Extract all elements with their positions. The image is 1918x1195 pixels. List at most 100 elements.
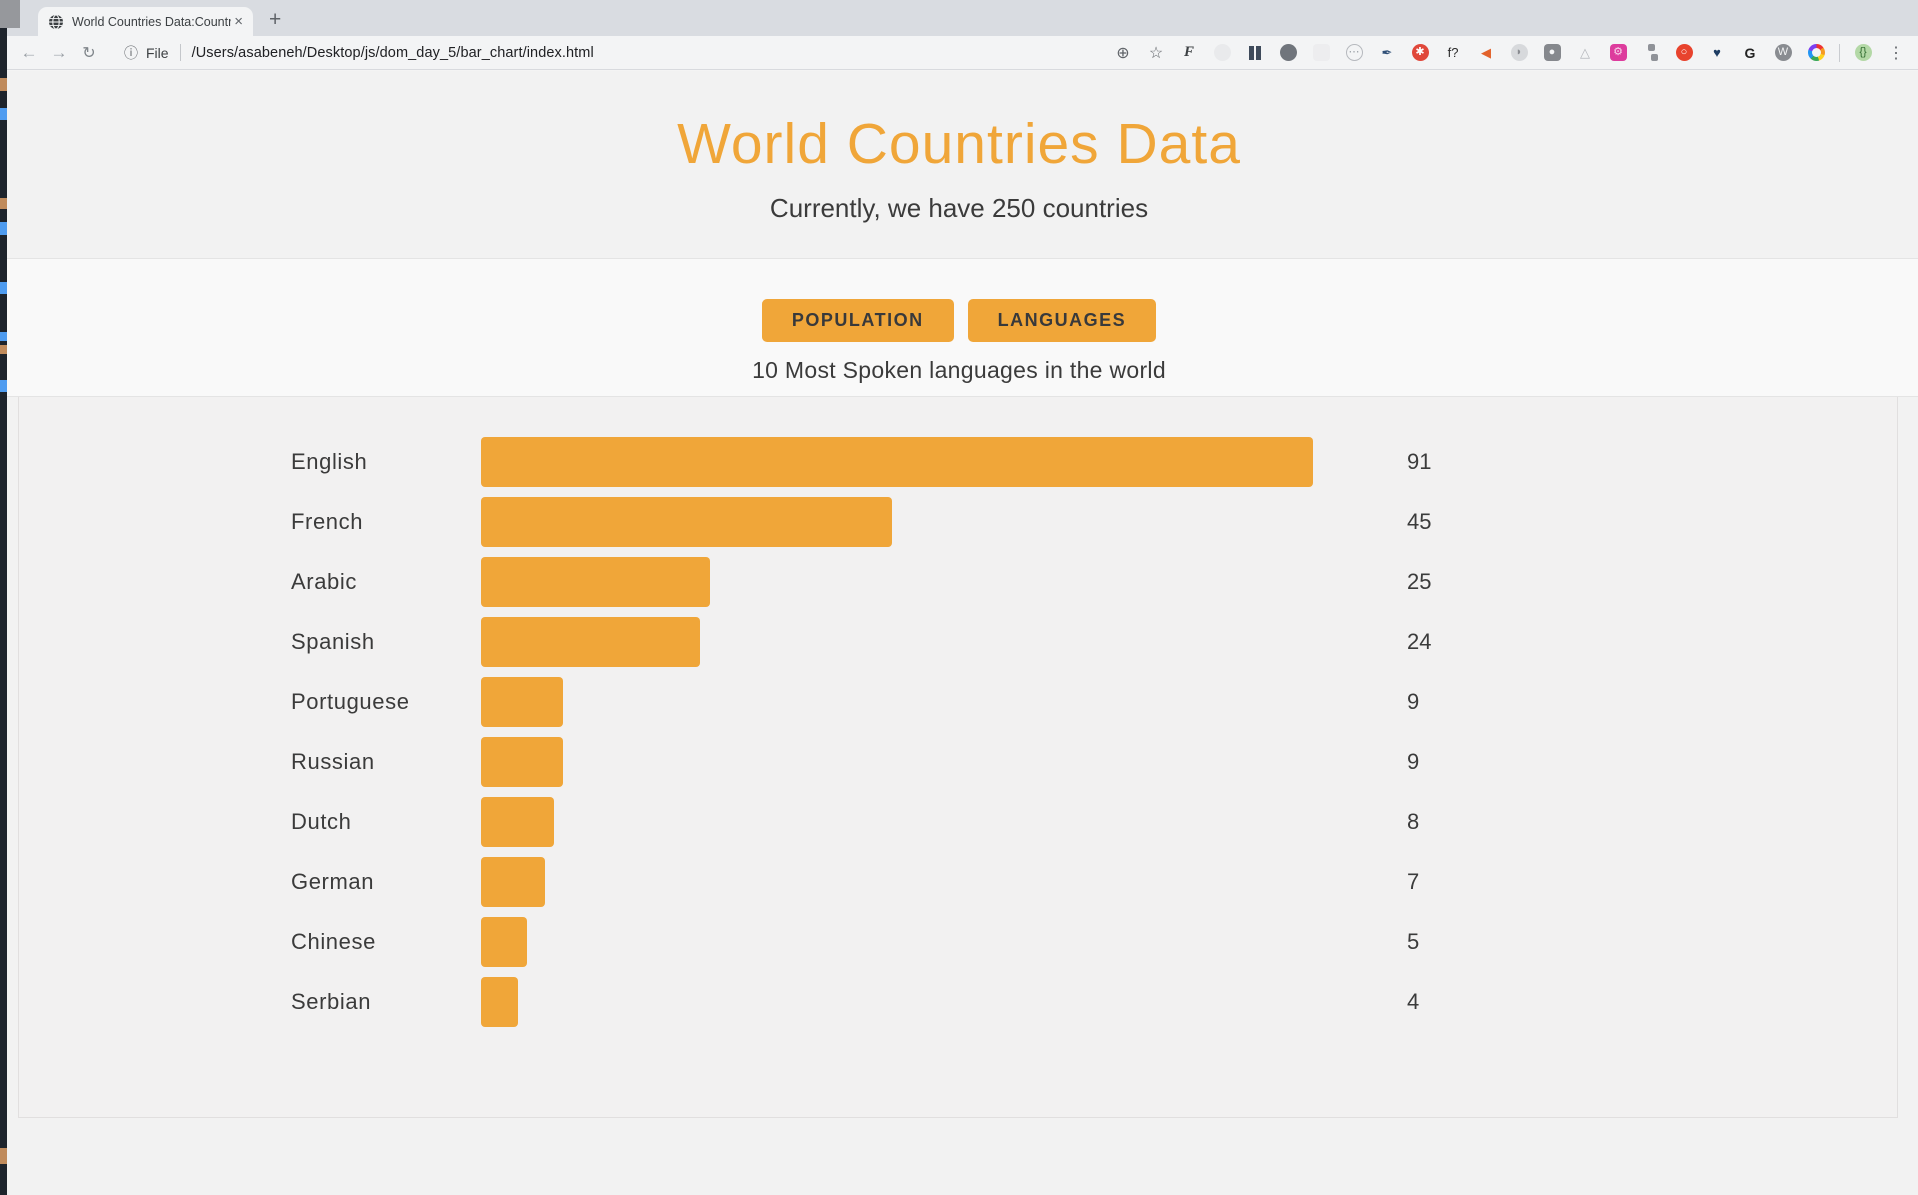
value-label: 9: [1401, 689, 1419, 715]
value-label: 24: [1401, 629, 1431, 655]
bar: [481, 977, 518, 1027]
page: World Countries Data Currently, we have …: [0, 71, 1918, 1195]
pinned-divider: [1839, 44, 1840, 62]
heart-magnifier-icon[interactable]: ♥: [1707, 43, 1727, 63]
value-label: 9: [1401, 749, 1419, 775]
faded-square-icon[interactable]: [1311, 43, 1331, 63]
population-button[interactable]: POPULATION: [762, 299, 954, 342]
pink-gear-icon[interactable]: ⚙: [1608, 43, 1628, 63]
info-icon[interactable]: ⓘ: [124, 43, 138, 63]
browser-toolbar: ← → ↻ ⓘ File /Users/asabeneh/Desktop/js/…: [0, 36, 1918, 70]
tab-strip: World Countries Data:Countrie × +: [0, 0, 1918, 36]
language-label: Serbian: [291, 989, 481, 1015]
button-row: POPULATION LANGUAGES: [762, 299, 1156, 342]
chart-row: French 45: [19, 492, 1897, 552]
address-divider: [180, 44, 181, 61]
bar-track: [481, 677, 1401, 727]
zoom-icon[interactable]: ⊕: [1113, 43, 1133, 63]
background-window-corner: [0, 0, 20, 28]
globe-favicon-icon: [48, 14, 64, 30]
new-tab-button[interactable]: +: [269, 9, 281, 30]
language-label: French: [291, 509, 481, 535]
bar: [481, 797, 554, 847]
reload-icon[interactable]: ↻: [74, 43, 104, 63]
bar-track: [481, 857, 1401, 907]
language-label: Russian: [291, 749, 481, 775]
url-path[interactable]: /Users/asabeneh/Desktop/js/dom_day_5/bar…: [192, 45, 594, 61]
bar: [481, 857, 545, 907]
panels-icon[interactable]: [1245, 43, 1265, 63]
bar-track: [481, 617, 1401, 667]
eyedropper-icon[interactable]: ✒: [1377, 43, 1397, 63]
megaphone-icon[interactable]: ◀: [1476, 43, 1496, 63]
bar-track: [481, 557, 1401, 607]
corner-blocks-icon[interactable]: [1641, 43, 1661, 63]
language-label: Portuguese: [291, 689, 481, 715]
value-label: 5: [1401, 929, 1419, 955]
value-label: 25: [1401, 569, 1431, 595]
bar: [481, 437, 1313, 487]
value-label: 45: [1401, 509, 1431, 535]
camera-icon[interactable]: ●: [1542, 43, 1562, 63]
bug-icon[interactable]: [1278, 43, 1298, 63]
language-label: Chinese: [291, 929, 481, 955]
value-label: 8: [1401, 809, 1419, 835]
chart-row: German 7: [19, 852, 1897, 912]
bar-track: [481, 977, 1401, 1027]
language-label: Spanish: [291, 629, 481, 655]
language-label: Arabic: [291, 569, 481, 595]
color-ring-icon[interactable]: [1806, 43, 1826, 63]
forward-icon[interactable]: →: [44, 43, 74, 63]
bar-track: [481, 797, 1401, 847]
chart-caption: 10 Most Spoken languages in the world: [0, 357, 1918, 384]
bar-track: [481, 737, 1401, 787]
filter-section: POPULATION LANGUAGES 10 Most Spoken lang…: [0, 258, 1918, 397]
address-bar[interactable]: ⓘ File /Users/asabeneh/Desktop/js/dom_da…: [124, 43, 594, 63]
languages-button[interactable]: LANGUAGES: [968, 299, 1157, 342]
bar: [481, 737, 563, 787]
chart-row: Portuguese 9: [19, 672, 1897, 732]
bar: [481, 557, 710, 607]
language-label: Dutch: [291, 809, 481, 835]
page-subtitle: Currently, we have 250 countries: [0, 193, 1918, 224]
value-label: 7: [1401, 869, 1419, 895]
swirl-circle-icon[interactable]: ◗: [1509, 43, 1529, 63]
chart-row: Arabic 25: [19, 552, 1897, 612]
page-header: World Countries Data Currently, we have …: [0, 71, 1918, 258]
f-question-icon[interactable]: f?: [1443, 43, 1463, 63]
triangle-outline-icon[interactable]: △: [1575, 43, 1595, 63]
language-label: German: [291, 869, 481, 895]
bar: [481, 617, 700, 667]
extension-icons: F ⋯ ✒ ✱ f? ◀ ◗ ● △ ⚙ ○ ♥ GW {}: [1179, 43, 1873, 63]
scheme-label: File: [146, 45, 169, 61]
bar-track: [481, 497, 1401, 547]
bookmark-star-icon[interactable]: ☆: [1146, 43, 1166, 63]
g-ring-icon[interactable]: G: [1740, 43, 1760, 63]
bar-track: [481, 437, 1401, 487]
chart-row: Spanish 24: [19, 612, 1897, 672]
json-braces-icon[interactable]: {}: [1853, 43, 1873, 63]
tab-title: World Countries Data:Countrie: [72, 15, 231, 29]
red-o-icon[interactable]: ○: [1674, 43, 1694, 63]
back-icon[interactable]: ←: [14, 43, 44, 63]
tab-close-icon[interactable]: ×: [231, 13, 246, 30]
menu-kebab-icon[interactable]: ⋮: [1886, 43, 1906, 63]
background-window-strip: [0, 28, 7, 1195]
chart-row: Serbian 4: [19, 972, 1897, 1032]
script-f-icon[interactable]: F: [1179, 43, 1199, 63]
chart-row: Dutch 8: [19, 792, 1897, 852]
value-label: 4: [1401, 989, 1419, 1015]
dotted-circle-icon[interactable]: ⋯: [1344, 43, 1364, 63]
language-label: English: [291, 449, 481, 475]
browser-tab[interactable]: World Countries Data:Countrie ×: [38, 7, 253, 36]
toolbar-right: ⊕ ☆ F ⋯ ✒ ✱ f? ◀ ◗ ● △ ⚙ ○ ♥ GW {} ⋮: [1113, 43, 1906, 63]
bar: [481, 677, 563, 727]
red-hand-icon[interactable]: ✱: [1410, 43, 1430, 63]
w-circle-icon[interactable]: W: [1773, 43, 1793, 63]
chart-row: English91: [19, 432, 1897, 492]
bar: [481, 917, 527, 967]
chart-row: Russian 9: [19, 732, 1897, 792]
faded-circle-icon[interactable]: [1212, 43, 1232, 63]
chart-row: Chinese 5: [19, 912, 1897, 972]
chart-rows: English91French45Arabic25Spanish24Portug…: [19, 432, 1897, 1032]
